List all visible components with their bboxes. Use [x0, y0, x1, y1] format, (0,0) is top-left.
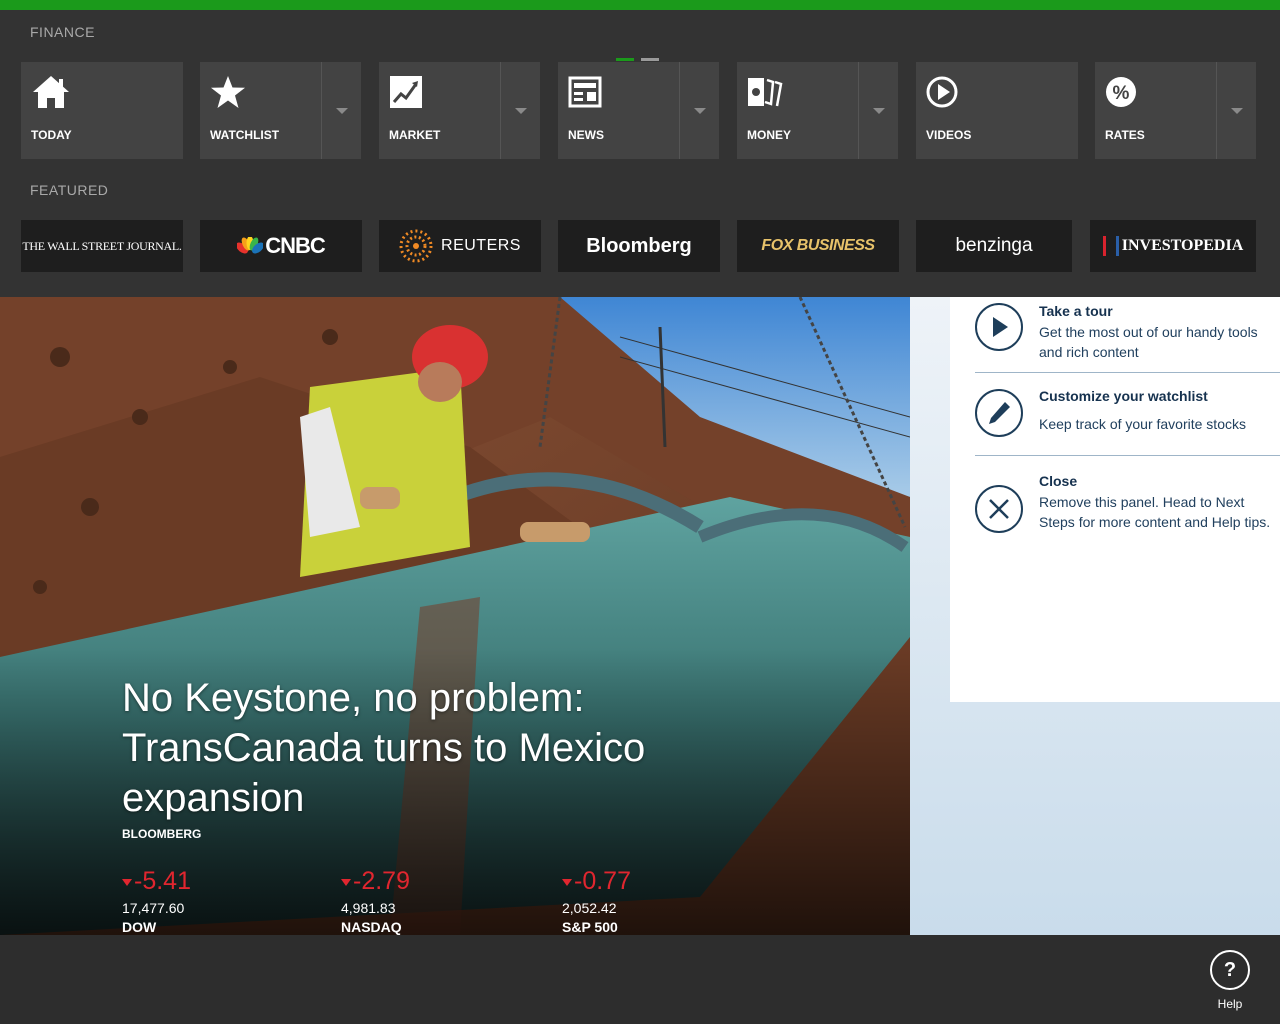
nav-news-button[interactable]: NEWS	[558, 62, 679, 159]
tip-text: Remove this panel. Head to Next Steps fo…	[1039, 494, 1271, 530]
tip-text: Get the most out of our handy tools and …	[1039, 324, 1258, 360]
percent-icon: %	[1106, 77, 1136, 107]
featured-bloomberg-logo[interactable]: Bloomberg	[558, 220, 720, 272]
nav-watchlist-button[interactable]: WATCHLIST	[200, 62, 321, 159]
down-arrow-icon	[122, 878, 132, 886]
tip-customize-watchlist[interactable]: Customize your watchlist Keep track of y…	[975, 387, 1280, 447]
accent-bar	[0, 0, 1280, 10]
ticker-value: 4,981.83	[341, 900, 396, 916]
nav-tile-market: MARKET	[379, 62, 540, 159]
nav-rates-button[interactable]: % RATES	[1095, 62, 1216, 159]
peacock-icon	[237, 237, 264, 254]
app-bar	[0, 935, 1280, 1024]
nav-tile-money: MONEY	[737, 62, 898, 159]
nav-market-label: MARKET	[389, 128, 441, 142]
investopedia-mark-icon	[1102, 236, 1119, 256]
nav-today-button[interactable]: TODAY	[21, 62, 182, 159]
ticker-nasdaq[interactable]: -2.79 4,981.83 NASDAQ	[341, 867, 410, 935]
play-icon	[975, 303, 1023, 351]
featured-investopedia-logo[interactable]: INVESTOPEDIA	[1090, 220, 1256, 272]
divider	[975, 372, 1280, 373]
nav-today-label: TODAY	[31, 128, 72, 142]
hero-source: BLOOMBERG	[122, 827, 202, 841]
ticker-name: S&P 500	[562, 919, 618, 935]
tip-title: Take a tour	[1039, 303, 1113, 319]
nav-videos-label: VIDEOS	[926, 128, 972, 142]
nav-money-label: MONEY	[747, 128, 792, 142]
featured-wsj-logo[interactable]: THE WALL STREET JOURNAL.	[21, 220, 183, 272]
reuters-icon	[399, 229, 433, 263]
chevron-down-icon	[1231, 108, 1243, 114]
market-dropdown-button[interactable]	[500, 62, 541, 159]
pencil-icon	[975, 389, 1023, 437]
down-arrow-icon	[562, 878, 572, 886]
nav-tile-news: NEWS	[558, 62, 719, 159]
ticker-change: -0.77	[574, 867, 631, 895]
nav-tile-today: TODAY	[21, 62, 183, 159]
nav-tile-watchlist: WATCHLIST	[200, 62, 361, 159]
featured-foxbusiness-logo[interactable]: FOX BUSINESS	[737, 220, 899, 272]
money-dropdown-button[interactable]	[858, 62, 899, 159]
featured-label: FEATURED	[30, 182, 109, 198]
chart-icon	[390, 76, 422, 108]
tip-title: Close	[1039, 473, 1078, 489]
chevron-down-icon	[694, 108, 706, 114]
watchlist-dropdown-button[interactable]	[321, 62, 362, 159]
tip-title: Customize your watchlist	[1039, 388, 1208, 404]
featured-reuters-logo[interactable]: REUTERS	[379, 220, 541, 272]
ticker-value: 2,052.42	[562, 900, 617, 916]
app-title: FINANCE	[30, 24, 95, 40]
tip-take-tour[interactable]: Take a tour Get the most out of our hand…	[975, 301, 1280, 371]
home-icon	[33, 76, 69, 108]
help-label: Help	[1217, 997, 1243, 1011]
nav-rates-label: RATES	[1105, 128, 1145, 142]
ticker-dow-change-row: -5.41	[122, 867, 191, 896]
nav-money-button[interactable]: MONEY	[737, 62, 858, 159]
ticker-sp500-change-row: -0.77	[562, 867, 631, 896]
tip-text: Keep track of your favorite stocks	[1039, 416, 1246, 432]
down-arrow-icon	[341, 878, 351, 886]
page-indicator-active[interactable]	[616, 58, 634, 61]
ticker-name: NASDAQ	[341, 919, 402, 935]
tip-close-panel[interactable]: Close Remove this panel. Head to Next St…	[975, 472, 1280, 562]
star-icon	[211, 76, 245, 108]
hero-headline[interactable]: No Keystone, no problem: TransCanada tur…	[122, 673, 762, 823]
featured-cnbc-logo[interactable]: CNBC	[200, 220, 362, 272]
nav-tile-rates: % RATES	[1095, 62, 1256, 159]
ticker-sp500[interactable]: -0.77 2,052.42 S&P 500	[562, 867, 631, 935]
newspaper-icon	[568, 76, 602, 108]
close-icon	[975, 485, 1023, 533]
nav-tile-videos: VIDEOS	[916, 62, 1078, 159]
chevron-down-icon	[336, 108, 348, 114]
svg-text:%: %	[1113, 83, 1130, 104]
help-button[interactable]: ?	[1210, 950, 1250, 990]
next-steps-panel: Take a tour Get the most out of our hand…	[950, 297, 1280, 702]
nav-watchlist-label: WATCHLIST	[210, 128, 280, 142]
money-icon	[748, 78, 783, 107]
chevron-down-icon	[873, 108, 885, 114]
ticker-nasdaq-change-row: -2.79	[341, 867, 410, 896]
divider	[975, 455, 1280, 456]
play-icon	[926, 76, 958, 108]
rates-dropdown-button[interactable]	[1216, 62, 1257, 159]
ticker-name: DOW	[122, 919, 157, 935]
ticker-change: -5.41	[134, 867, 191, 895]
nav-videos-button[interactable]: VIDEOS	[916, 62, 1077, 159]
news-dropdown-button[interactable]	[679, 62, 720, 159]
featured-benzinga-logo[interactable]: benzinga	[916, 220, 1072, 272]
nav-news-label: NEWS	[568, 128, 604, 142]
hero-story[interactable]: No Keystone, no problem: TransCanada tur…	[0, 297, 910, 935]
ticker-change: -2.79	[353, 867, 410, 895]
page-indicator-inactive[interactable]	[641, 58, 659, 61]
help-icon: ?	[1223, 958, 1237, 981]
chevron-down-icon	[515, 108, 527, 114]
navigation-panel: FINANCE TODAY WATCHLIST MARKET NEWS MONE…	[0, 10, 1280, 297]
ticker-dow[interactable]: -5.41 17,477.60 DOW	[122, 867, 191, 935]
nav-market-button[interactable]: MARKET	[379, 62, 500, 159]
ticker-value: 17,477.60	[122, 900, 185, 916]
